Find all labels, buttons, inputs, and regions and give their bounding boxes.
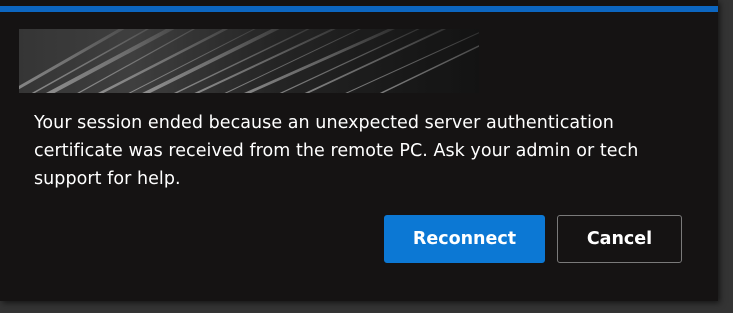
- disconnect-dialog: Your session ended because an unexpected…: [0, 0, 718, 301]
- reconnect-button[interactable]: Reconnect: [384, 215, 545, 263]
- banner-image: [19, 29, 479, 93]
- cancel-button[interactable]: Cancel: [557, 215, 682, 263]
- error-message: Your session ended because an unexpected…: [34, 113, 639, 189]
- accent-bar: [0, 6, 718, 12]
